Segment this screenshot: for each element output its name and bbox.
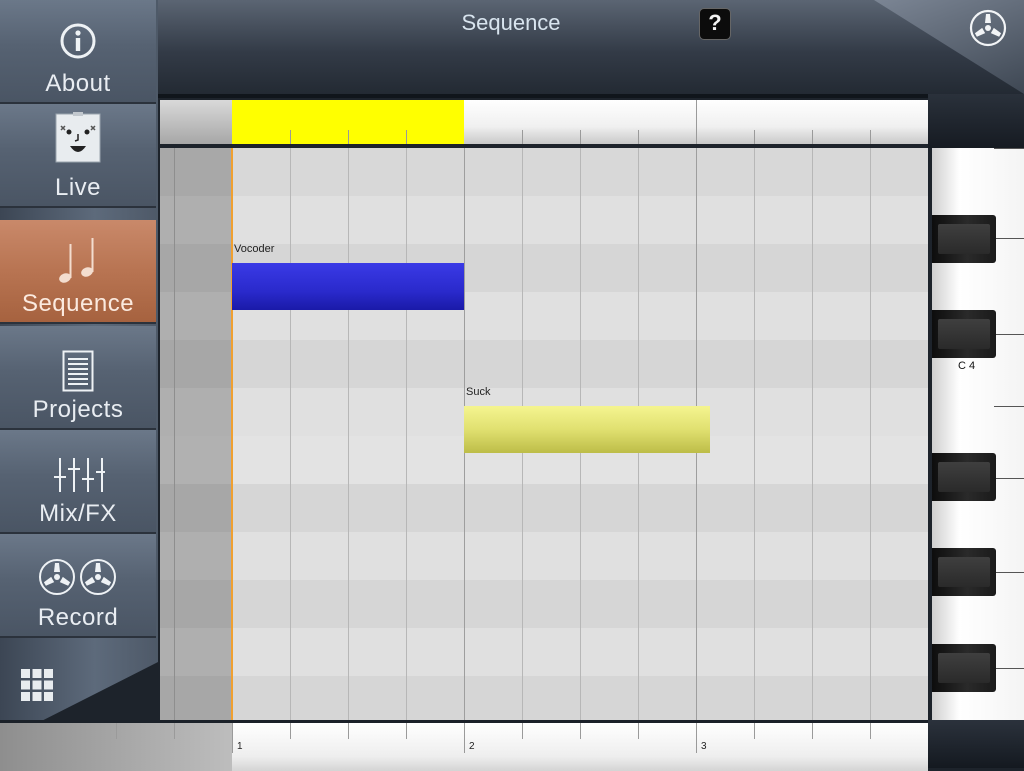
timeline-ruler[interactable] xyxy=(160,100,928,144)
ruler-tick xyxy=(754,130,755,144)
key-divider xyxy=(994,148,1024,149)
sidebar: About Live Sequence Projects Mix/FX Reco… xyxy=(0,0,158,742)
ruler-tick xyxy=(406,723,407,739)
bar-number: 3 xyxy=(701,741,707,752)
note-label-vocoder: Vocoder xyxy=(234,243,275,255)
nav-about-label: About xyxy=(45,70,111,97)
nav-sequence-label: Sequence xyxy=(21,290,135,317)
ruler-tick xyxy=(638,723,639,739)
ruler-tick xyxy=(580,130,581,144)
ruler-tick xyxy=(638,130,639,144)
key-divider xyxy=(994,668,1024,669)
ruler-tick xyxy=(522,130,523,144)
reel-icon[interactable] xyxy=(969,9,1007,47)
black-key[interactable] xyxy=(932,548,996,596)
nav-record[interactable]: Record xyxy=(0,534,156,638)
nav-mix-fx-label: Mix/FX xyxy=(39,500,117,527)
nav-about[interactable]: About xyxy=(0,0,156,104)
bar-number: 1 xyxy=(237,741,243,752)
music-notes-icon xyxy=(0,234,156,288)
black-key[interactable] xyxy=(932,310,996,358)
black-key[interactable] xyxy=(932,644,996,692)
nav-mix-fx[interactable]: Mix/FX xyxy=(0,430,156,534)
bar-number: 2 xyxy=(469,741,475,752)
info-icon xyxy=(0,14,156,68)
ruler-tick xyxy=(58,723,59,739)
key-divider xyxy=(994,238,1024,239)
grid-line xyxy=(348,148,349,720)
ruler-tick xyxy=(754,723,755,739)
face-icon xyxy=(0,112,156,166)
ruler-tick xyxy=(290,723,291,739)
ruler-tick xyxy=(406,130,407,144)
grid-icon[interactable] xyxy=(20,668,54,702)
ruler-tick xyxy=(116,723,117,739)
ruler-tick xyxy=(870,723,871,739)
grid-line xyxy=(406,148,407,720)
note-suck[interactable] xyxy=(464,406,710,453)
ruler-tick xyxy=(870,130,871,144)
ruler-pre-roll xyxy=(160,100,232,144)
ruler-tick xyxy=(174,723,175,739)
nav-record-label: Record xyxy=(37,604,119,631)
nav-projects-label: Projects xyxy=(32,396,124,423)
playhead[interactable] xyxy=(231,148,233,720)
ruler-tick xyxy=(348,130,349,144)
bottom-ruler[interactable]: 1 2 3 xyxy=(0,720,928,771)
grid-line xyxy=(290,148,291,720)
ruler-tick xyxy=(580,723,581,739)
header-bar: Sequence ? xyxy=(158,0,1024,98)
grid-line xyxy=(754,148,755,720)
ruler-bar-tick xyxy=(464,723,465,753)
ruler-bar-tick xyxy=(696,723,697,753)
document-icon xyxy=(0,344,156,398)
bottom-right-panel xyxy=(928,720,1024,768)
ruler-tick xyxy=(348,723,349,739)
ruler-tick xyxy=(522,723,523,739)
ruler-tick xyxy=(290,130,291,144)
note-vocoder[interactable] xyxy=(232,263,464,310)
note-label-suck: Suck xyxy=(466,386,491,398)
reels-icon xyxy=(0,550,156,604)
ruler-tick xyxy=(812,130,813,144)
ruler-bar-tick xyxy=(232,723,233,753)
key-divider xyxy=(994,572,1024,573)
piano-keyboard[interactable]: C 4 xyxy=(932,148,1024,720)
ruler-bar-tick xyxy=(696,100,697,144)
key-label-c4: C 4 xyxy=(958,360,976,372)
top-right-panel xyxy=(928,94,1024,148)
key-divider xyxy=(994,478,1024,479)
key-divider xyxy=(994,334,1024,335)
ruler-tick xyxy=(812,723,813,739)
nav-live[interactable]: Live xyxy=(0,104,156,208)
grid-line xyxy=(812,148,813,720)
piano-roll-grid[interactable]: Vocoder Suck xyxy=(160,148,928,720)
faders-icon xyxy=(0,448,156,502)
key-divider xyxy=(994,406,1024,407)
nav-live-label: Live xyxy=(54,174,102,201)
nav-projects[interactable]: Projects xyxy=(0,326,156,430)
help-button[interactable]: ? xyxy=(699,8,731,40)
nav-sequence[interactable]: Sequence xyxy=(0,220,156,324)
page-title: Sequence xyxy=(461,10,561,35)
black-key[interactable] xyxy=(932,215,996,263)
pre-roll-shade xyxy=(160,148,232,720)
black-key[interactable] xyxy=(932,453,996,501)
grid-line xyxy=(870,148,871,720)
